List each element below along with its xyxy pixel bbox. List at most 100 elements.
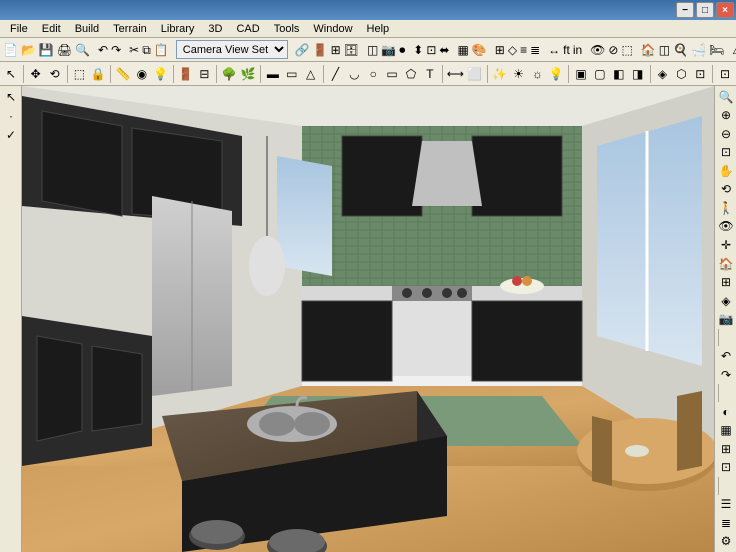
elevation-icon[interactable]: ⬍ <box>412 40 424 60</box>
roof-icon[interactable]: △ <box>302 64 320 84</box>
save-icon[interactable]: 💾 <box>38 40 55 60</box>
print-preview-icon[interactable]: 🔍 <box>74 40 91 60</box>
bath-icon[interactable]: 🛁 <box>690 40 707 60</box>
menu-build[interactable]: Build <box>69 22 105 36</box>
point-icon[interactable]: · <box>1 107 21 125</box>
rect-icon[interactable]: ▭ <box>383 64 401 84</box>
front-icon[interactable]: ▣ <box>572 64 590 84</box>
paste-icon[interactable]: 📋 <box>153 40 170 60</box>
render-icon[interactable]: ✨ <box>491 64 509 84</box>
left-icon[interactable]: ◧ <box>610 64 628 84</box>
menu-3d[interactable]: 3D <box>202 22 228 36</box>
redo-icon[interactable]: ↷ <box>110 40 122 60</box>
align-icon[interactable]: ≡ <box>519 40 528 60</box>
texture-icon[interactable]: ▦ <box>456 40 469 60</box>
print-icon[interactable]: 🖨 <box>56 40 73 60</box>
inch-icon[interactable]: in <box>572 40 583 60</box>
plan-view-icon[interactable]: ⊞ <box>716 273 736 291</box>
wireframe-icon[interactable]: ⊞ <box>716 440 736 458</box>
light-icon[interactable]: 💡 <box>152 64 170 84</box>
maximize-button[interactable]: □ <box>696 2 714 18</box>
undo-view-icon[interactable]: ↶ <box>716 347 736 365</box>
layers-view-icon[interactable]: ≣ <box>716 514 736 532</box>
select-icon[interactable]: ↖ <box>1 88 21 106</box>
plan-icon[interactable]: ⊡ <box>425 40 437 60</box>
tree-icon[interactable]: 🌳 <box>220 64 238 84</box>
line-icon[interactable]: ╱ <box>326 64 344 84</box>
home-view-icon[interactable]: 🏠 <box>716 255 736 273</box>
group-icon[interactable]: ⬚ <box>620 40 633 60</box>
walk-icon[interactable]: 🚶 <box>716 199 736 217</box>
zoom-in-icon[interactable]: ⊕ <box>716 107 736 125</box>
menu-window[interactable]: Window <box>307 22 358 36</box>
camera-view-icon[interactable]: 📷 <box>716 310 736 328</box>
mark-icon[interactable]: ✓ <box>1 126 21 144</box>
material-icon[interactable]: 🎨 <box>471 40 488 60</box>
back-icon[interactable]: ▢ <box>591 64 609 84</box>
room-icon[interactable]: ◫ <box>658 40 671 60</box>
dimension2-icon[interactable]: ⟷ <box>446 64 465 84</box>
copy-icon[interactable]: ⧉ <box>141 40 152 60</box>
bedroom-icon[interactable]: 🛏 <box>708 40 725 60</box>
undo-icon[interactable]: ↶ <box>97 40 109 60</box>
grid-icon[interactable]: ⊞ <box>494 40 506 60</box>
window2-icon[interactable]: ⊞ <box>330 40 342 60</box>
menu-terrain[interactable]: Terrain <box>107 22 153 36</box>
orbit-icon[interactable]: ⟲ <box>716 181 736 199</box>
close-button[interactable]: × <box>716 2 734 18</box>
new-file-icon[interactable]: 📄 <box>2 40 19 60</box>
sun-icon[interactable]: ☼ <box>528 64 546 84</box>
persp-icon[interactable]: ⬡ <box>672 64 690 84</box>
ruler-icon[interactable]: 📏 <box>114 64 132 84</box>
home-icon[interactable]: 🏠 <box>640 40 657 60</box>
window3d-icon[interactable]: ⊟ <box>196 64 214 84</box>
ungroup-icon[interactable]: ⬚ <box>70 64 88 84</box>
object-icon[interactable]: ◉ <box>133 64 151 84</box>
bulb-icon[interactable]: 💡 <box>547 64 565 84</box>
open-file-icon[interactable]: 📂 <box>20 40 37 60</box>
zoom-extents-icon[interactable]: ⊡ <box>716 144 736 162</box>
feet-icon[interactable]: ft <box>562 40 571 60</box>
saved-view-select[interactable]: Camera View Set <box>176 40 288 59</box>
wall-icon[interactable]: ▬ <box>264 64 282 84</box>
top-icon[interactable]: ⊡ <box>691 64 709 84</box>
minimize-button[interactable]: − <box>676 2 694 18</box>
list-icon[interactable]: ☰ <box>716 496 736 514</box>
redo-view-icon[interactable]: ↷ <box>716 366 736 384</box>
zoom-out-icon[interactable]: ⊖ <box>716 125 736 143</box>
poly-icon[interactable]: ⬠ <box>402 64 420 84</box>
props-icon[interactable]: ⚙ <box>716 533 736 551</box>
cut-icon[interactable]: ✂ <box>128 40 140 60</box>
section-icon[interactable]: ⬌ <box>438 40 450 60</box>
camera-icon[interactable]: 📷 <box>380 40 397 60</box>
menu-library[interactable]: Library <box>155 22 201 36</box>
look-icon[interactable]: 👁 <box>716 218 736 236</box>
circle-icon[interactable]: ○ <box>364 64 382 84</box>
right-icon[interactable]: ◨ <box>629 64 647 84</box>
show-icon[interactable]: 👁 <box>589 40 606 60</box>
door3d-icon[interactable]: 🚪 <box>177 64 195 84</box>
texture-view-icon[interactable]: ▦ <box>716 421 736 439</box>
persp-view-icon[interactable]: ◈ <box>716 292 736 310</box>
move-icon[interactable]: ✥ <box>27 64 45 84</box>
iso-icon[interactable]: ◈ <box>654 64 672 84</box>
snap-icon[interactable]: ◇ <box>507 40 518 60</box>
pan-icon[interactable]: ✋ <box>716 162 736 180</box>
hidden-line-icon[interactable]: ⊡ <box>716 459 736 477</box>
arc-icon[interactable]: ◡ <box>345 64 363 84</box>
zoom-window-icon[interactable]: 🔍 <box>716 88 736 106</box>
floor-icon[interactable]: ▭ <box>283 64 301 84</box>
pointer-icon[interactable]: ↖ <box>2 64 20 84</box>
3d-toggle-icon[interactable]: ◫ <box>366 40 379 60</box>
lock-icon[interactable]: 🔒 <box>89 64 107 84</box>
menu-cad[interactable]: CAD <box>230 22 265 36</box>
dimension-icon[interactable]: ↔ <box>547 40 561 60</box>
door-icon[interactable]: 🚪 <box>312 40 329 60</box>
chain-icon[interactable]: 🔗 <box>294 40 311 60</box>
raytrace-icon[interactable]: ☀ <box>510 64 528 84</box>
menu-file[interactable]: File <box>4 22 34 36</box>
menu-edit[interactable]: Edit <box>36 22 67 36</box>
menu-tools[interactable]: Tools <box>268 22 306 36</box>
warn-icon[interactable]: ⚠ <box>731 40 736 60</box>
zoom-fit-icon[interactable]: ⊡ <box>716 64 734 84</box>
